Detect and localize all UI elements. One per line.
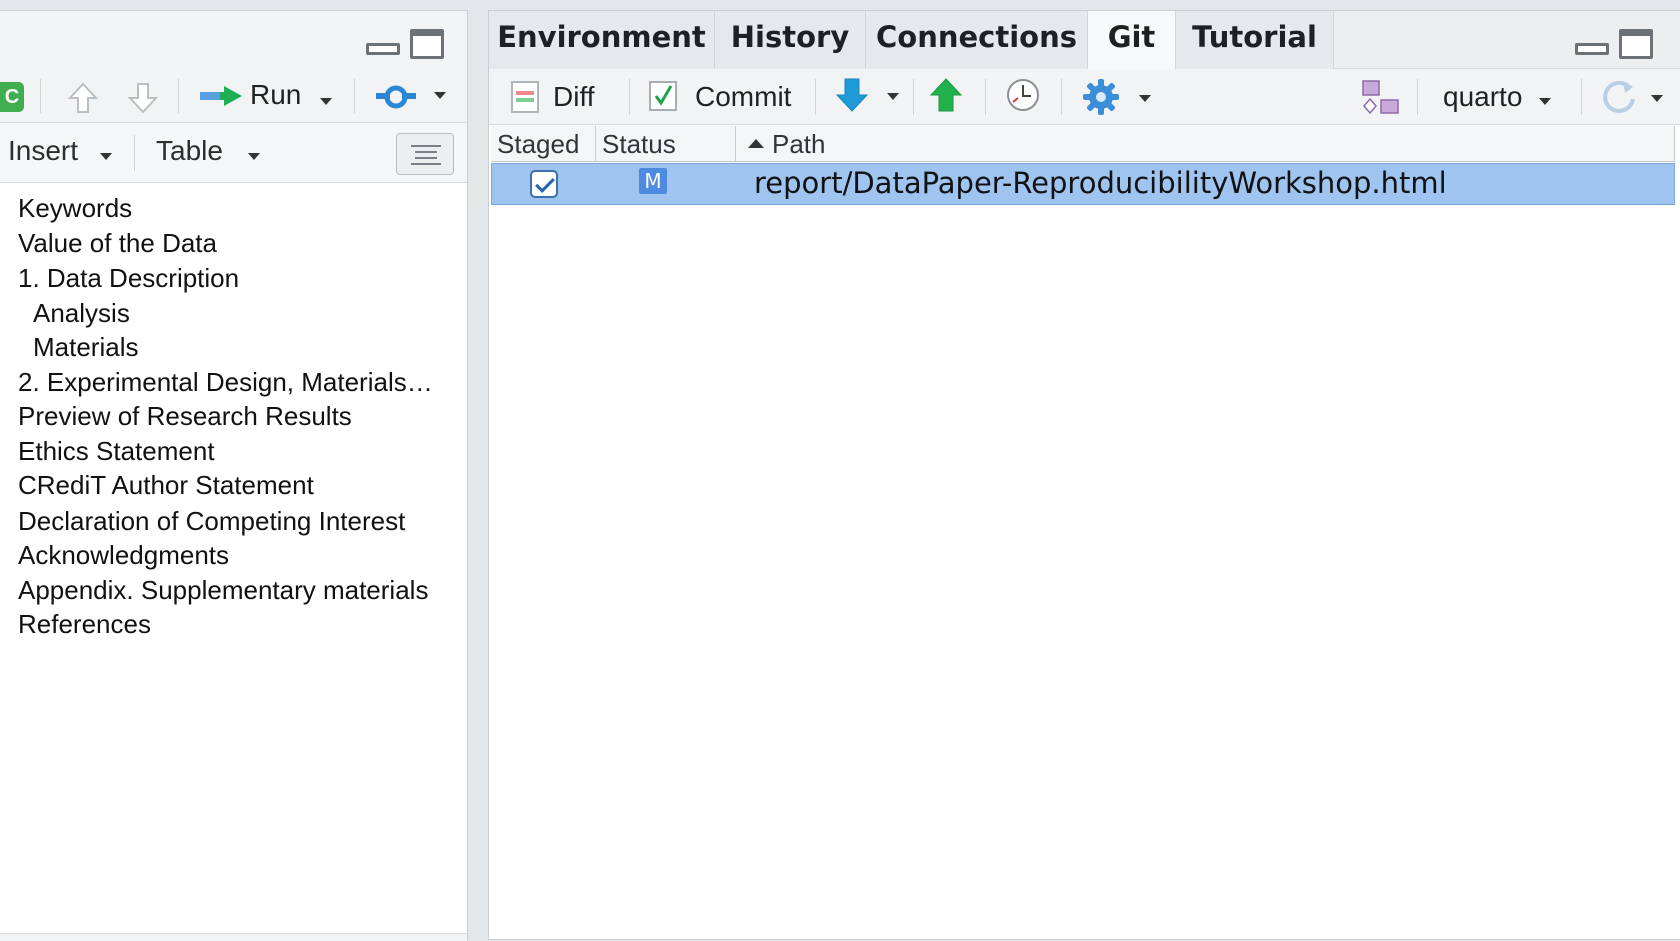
outline-item[interactable]: Analysis (33, 296, 130, 330)
outline-item[interactable]: Value of the Data (18, 226, 217, 260)
outline-item[interactable]: Preview of Research Results (18, 399, 352, 433)
insert-menu[interactable]: Insert (8, 135, 78, 167)
pull-dropdown-icon[interactable] (887, 93, 899, 100)
minimize-pane-icon[interactable] (366, 43, 400, 55)
diff-button[interactable]: Diff (511, 77, 621, 117)
git-changes-table: Staged Status Path M report/DataPaper-Re… (491, 126, 1675, 941)
push-arrow-icon (929, 78, 963, 112)
branch-label: quarto (1443, 81, 1523, 112)
branch-dropdown-icon[interactable] (1539, 98, 1551, 105)
more-button[interactable] (1081, 75, 1161, 117)
outline-item[interactable]: Keywords (18, 191, 132, 225)
commit-checkbox-icon (649, 81, 677, 111)
diff-icon (511, 81, 539, 113)
pane-tab-bar: Environment History Connections Git Tuto… (489, 11, 1680, 70)
source-toolbar: C Run (0, 69, 467, 123)
outline-item[interactable]: 2. Experimental Design, Materials… (18, 365, 433, 399)
tab-git[interactable]: Git (1088, 11, 1176, 70)
go-down-arrow-icon[interactable] (126, 81, 160, 120)
path-header-label: Path (772, 129, 826, 159)
maximize-pane-icon[interactable] (410, 29, 444, 59)
git-pane: Environment History Connections Git Tuto… (488, 10, 1680, 940)
tab-connections[interactable]: Connections (866, 11, 1088, 69)
refresh-dropdown-icon[interactable] (1651, 95, 1663, 102)
diff-label: Diff (553, 81, 595, 112)
sort-ascending-icon (748, 138, 764, 148)
go-up-arrow-icon[interactable] (66, 81, 100, 120)
tab-environment[interactable]: Environment (489, 11, 715, 69)
publish-button[interactable] (374, 81, 454, 113)
refresh-icon (1603, 80, 1635, 113)
tab-tutorial[interactable]: Tutorial (1176, 11, 1334, 69)
clock-icon (1007, 79, 1039, 111)
run-dropdown-icon[interactable] (320, 98, 332, 105)
maximize-pane-icon[interactable] (1619, 29, 1653, 59)
status-modified-badge: M (639, 168, 667, 194)
outline-toggle-button[interactable] (396, 133, 454, 175)
column-header-status[interactable]: Status (596, 126, 736, 162)
outline-item[interactable]: References (18, 607, 151, 641)
source-pane: C Run Insert Table Keywords Value of the… (0, 10, 468, 941)
outline-item[interactable]: Acknowledgments (18, 538, 229, 572)
column-header-path[interactable]: Path (736, 126, 1675, 162)
commit-label: Commit (695, 81, 792, 112)
gear-icon (1083, 79, 1119, 115)
insert-dropdown-icon[interactable] (100, 153, 112, 160)
minimize-pane-icon[interactable] (1575, 43, 1609, 55)
publish-dropdown-icon[interactable] (434, 92, 446, 99)
git-toolbar: Diff Commit quarto (489, 69, 1680, 125)
outline-lines-icon (411, 145, 441, 165)
pull-arrow-icon (835, 78, 869, 112)
table-dropdown-icon[interactable] (248, 153, 260, 160)
new-branch-button[interactable] (1361, 79, 1401, 117)
run-arrow-icon (200, 86, 242, 106)
pull-button[interactable] (835, 75, 909, 117)
column-header-staged[interactable]: Staged (491, 126, 596, 162)
outline-item[interactable]: CRediT Author Statement (18, 468, 314, 502)
compile-icon[interactable]: C (0, 82, 24, 112)
more-dropdown-icon[interactable] (1139, 95, 1151, 102)
run-label: Run (250, 79, 302, 110)
table-menu[interactable]: Table (156, 135, 223, 167)
outline-item[interactable]: Ethics Statement (18, 434, 215, 468)
branch-icon (1362, 80, 1399, 115)
outline-item[interactable]: 1. Data Description (18, 261, 239, 295)
run-button[interactable]: Run (198, 77, 338, 115)
outline-item[interactable]: Materials (33, 330, 138, 364)
staged-checkbox[interactable] (530, 170, 558, 198)
source-format-bar: Insert Table (0, 123, 467, 183)
table-row[interactable]: M report/DataPaper-ReproducibilityWorksh… (491, 163, 1675, 205)
outline-item[interactable]: Declaration of Competing Interest (18, 504, 405, 538)
history-button[interactable] (1005, 77, 1045, 117)
refresh-button[interactable] (1599, 77, 1673, 117)
publish-icon (376, 85, 416, 109)
outline-item[interactable]: Appendix. Supplementary materials (18, 573, 428, 607)
file-path: report/DataPaper-ReproducibilityWorkshop… (754, 166, 1447, 200)
commit-button[interactable]: Commit (647, 77, 807, 117)
source-pane-titlebar (0, 11, 467, 69)
branch-selector[interactable]: quarto (1443, 77, 1573, 117)
tab-history[interactable]: History (715, 11, 866, 69)
push-button[interactable] (929, 75, 969, 117)
